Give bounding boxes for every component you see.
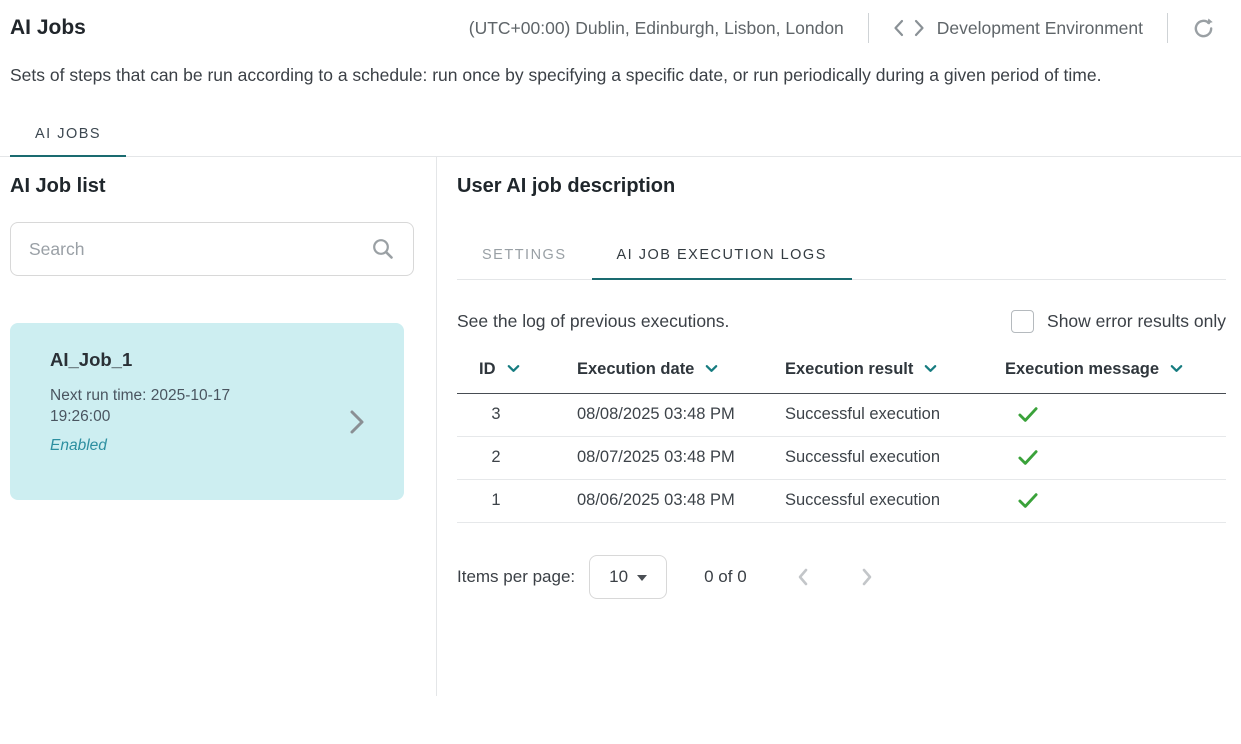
job-detail-panel: User AI job description SETTINGS AI JOB … [437, 157, 1241, 696]
table-row[interactable]: 3 08/08/2025 03:48 PM Successful executi… [457, 394, 1226, 437]
column-header-execution-message[interactable]: Execution message [1005, 360, 1226, 394]
search-input[interactable] [29, 239, 371, 260]
job-list-title: AI Job list [10, 175, 414, 198]
success-check-icon [1017, 492, 1039, 510]
job-list-panel: AI Job list AI_Job_1 Next run time: 2025… [0, 157, 437, 696]
table-row[interactable]: 1 08/06/2025 03:48 PM Successful executi… [457, 480, 1226, 523]
chevron-left-icon [795, 566, 811, 588]
job-next-run: Next run time: 2025-10-17 19:26:00 [50, 385, 278, 428]
pagination-bar: Items per page: 10 0 of 0 [457, 555, 1226, 599]
next-page-button[interactable] [859, 566, 875, 588]
column-label: Execution date [577, 360, 694, 378]
app-window: AI Jobs (UTC+00:00) Dublin, Edinburgh, L… [0, 0, 1241, 744]
cell-execution-date: 08/07/2025 03:48 PM [577, 437, 785, 480]
column-label: ID [479, 360, 496, 378]
cell-execution-date: 08/06/2025 03:48 PM [577, 480, 785, 523]
cell-execution-message [1005, 480, 1226, 523]
page-title: AI Jobs [10, 16, 86, 40]
tab-execution-logs[interactable]: AI JOB EXECUTION LOGS [592, 235, 852, 280]
items-per-page-value: 10 [609, 567, 628, 587]
cell-id: 2 [457, 437, 577, 480]
cell-id: 3 [457, 394, 577, 437]
column-label: Execution message [1005, 360, 1159, 378]
items-per-page-label: Items per page: [457, 567, 575, 587]
sort-chevron-icon[interactable] [506, 361, 521, 376]
success-check-icon [1017, 406, 1039, 424]
items-per-page-select[interactable]: 10 [589, 555, 667, 599]
cell-execution-result: Successful execution [785, 394, 1005, 437]
job-name: AI_Job_1 [50, 349, 334, 371]
column-header-execution-result[interactable]: Execution result [785, 360, 1005, 394]
chevron-right-icon [859, 566, 875, 588]
success-check-icon [1017, 449, 1039, 467]
tab-settings[interactable]: SETTINGS [457, 235, 592, 280]
execution-log-table: ID Execution date Execution result Execu… [457, 360, 1226, 523]
cell-execution-result: Successful execution [785, 437, 1005, 480]
chevron-right-icon[interactable] [346, 407, 368, 437]
table-row[interactable]: 2 08/07/2025 03:48 PM Successful executi… [457, 437, 1226, 480]
timezone-label[interactable]: (UTC+00:00) Dublin, Edinburgh, Lisbon, L… [469, 18, 844, 39]
cell-execution-message [1005, 394, 1226, 437]
prev-page-button[interactable] [795, 566, 811, 588]
top-bar: AI Jobs (UTC+00:00) Dublin, Edinburgh, L… [0, 0, 1241, 46]
main-tabbar: AI JOBS [0, 114, 1241, 157]
sort-chevron-icon[interactable] [1169, 361, 1184, 376]
column-header-id[interactable]: ID [457, 360, 577, 394]
cell-execution-message [1005, 437, 1226, 480]
search-box[interactable] [10, 222, 414, 276]
divider [1167, 13, 1168, 43]
content-area: AI Job list AI_Job_1 Next run time: 2025… [0, 157, 1241, 696]
job-card[interactable]: AI_Job_1 Next run time: 2025-10-17 19:26… [10, 323, 404, 500]
dropdown-arrow-icon [637, 575, 647, 581]
environment-label: Development Environment [937, 18, 1143, 39]
error-filter-control[interactable]: Show error results only [1011, 310, 1226, 333]
tab-ai-jobs[interactable]: AI JOBS [10, 114, 126, 157]
job-status: Enabled [50, 437, 334, 455]
refresh-icon [1192, 17, 1215, 40]
code-icon [893, 18, 925, 38]
cell-id: 1 [457, 480, 577, 523]
table-header-row: ID Execution date Execution result Execu… [457, 360, 1226, 394]
refresh-button[interactable] [1192, 17, 1215, 40]
detail-title: User AI job description [457, 175, 1226, 198]
divider [868, 13, 869, 43]
sort-chevron-icon[interactable] [704, 361, 719, 376]
log-toolbar: See the log of previous executions. Show… [457, 310, 1226, 333]
detail-tabbar: SETTINGS AI JOB EXECUTION LOGS [457, 235, 1226, 280]
top-bar-right: (UTC+00:00) Dublin, Edinburgh, Lisbon, L… [469, 13, 1215, 43]
column-label: Execution result [785, 360, 913, 378]
cell-execution-date: 08/08/2025 03:48 PM [577, 394, 785, 437]
cell-execution-result: Successful execution [785, 480, 1005, 523]
search-icon [371, 237, 395, 261]
error-filter-label: Show error results only [1047, 311, 1226, 332]
log-intro-text: See the log of previous executions. [457, 311, 729, 332]
page-description: Sets of steps that can be run according … [10, 61, 1185, 90]
error-filter-checkbox[interactable] [1011, 310, 1034, 333]
column-header-execution-date[interactable]: Execution date [577, 360, 785, 394]
environment-selector[interactable]: Development Environment [893, 18, 1143, 39]
page-range-label: 0 of 0 [704, 567, 747, 587]
sort-chevron-icon[interactable] [923, 361, 938, 376]
